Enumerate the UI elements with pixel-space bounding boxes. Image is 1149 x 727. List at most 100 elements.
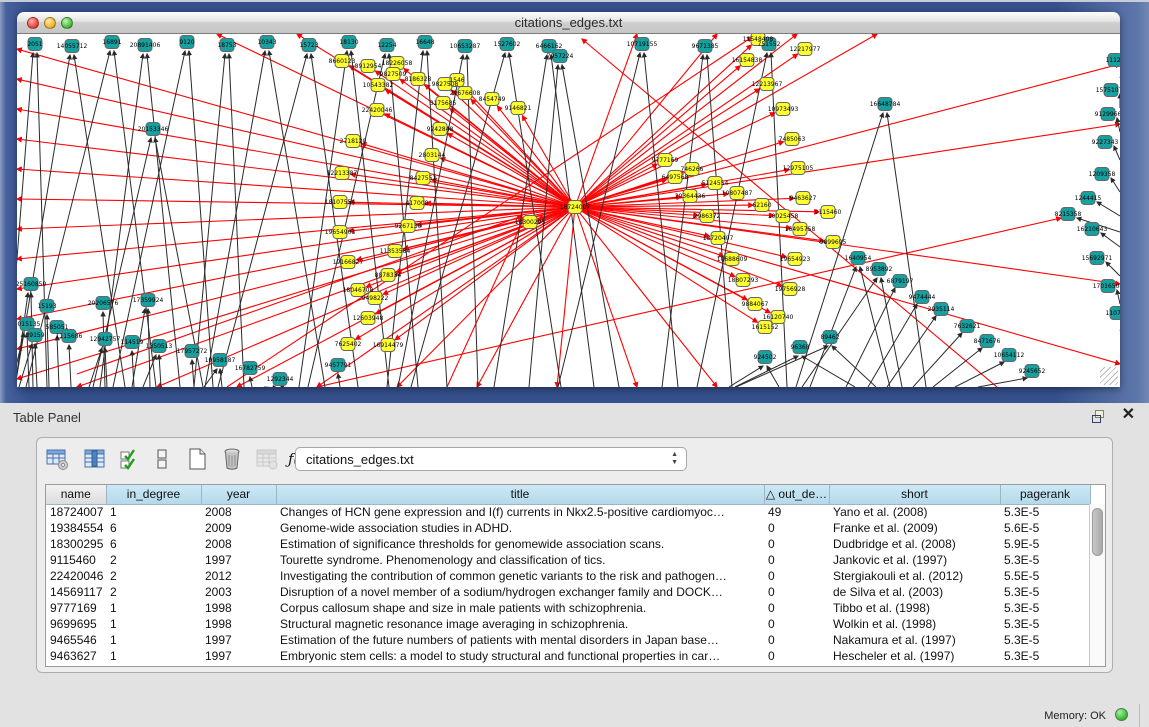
graph-edge[interactable] bbox=[299, 51, 347, 387]
table-cell[interactable]: 22420046 bbox=[46, 568, 106, 584]
graph-edge[interactable] bbox=[17, 139, 575, 207]
table-cell[interactable]: Corpus callosum shape and size in male p… bbox=[276, 600, 764, 616]
table-cell[interactable]: Franke et al. (2009) bbox=[829, 520, 1000, 536]
table-cell[interactable]: Estimation of the future numbers of pati… bbox=[276, 632, 764, 648]
table-cell[interactable]: Tourette syndrome. Phenomenology and cla… bbox=[276, 552, 764, 568]
table-row[interactable]: 2242004622012Investigating the contribut… bbox=[46, 568, 1090, 584]
column-header-year[interactable]: year bbox=[201, 485, 276, 504]
graph-edge[interactable] bbox=[1106, 262, 1120, 276]
table-cell[interactable]: 5.3E-5 bbox=[1000, 600, 1090, 616]
table-cell[interactable]: 0 bbox=[764, 536, 829, 552]
graph-edge[interactable] bbox=[575, 207, 637, 387]
table-cell[interactable]: Nakamura et al. (1997) bbox=[829, 632, 1000, 648]
table-cell[interactable]: 2009 bbox=[201, 520, 276, 536]
graph-edge[interactable] bbox=[846, 288, 895, 387]
network-canvas[interactable]: 2051140557121689120891406912018753103431… bbox=[17, 34, 1120, 387]
table-cell[interactable]: 5.3E-5 bbox=[1000, 552, 1090, 568]
citation-network-graph[interactable]: 2051140557121689120891406912018753103431… bbox=[17, 34, 1120, 387]
table-cell[interactable]: Tibbo et al. (1998) bbox=[829, 600, 1000, 616]
graph-edge[interactable] bbox=[250, 377, 252, 387]
window-titlebar[interactable]: citations_edges.txt bbox=[17, 12, 1120, 34]
table-row[interactable]: 977716911998Corpus callosum shape and si… bbox=[46, 600, 1090, 616]
table-selector-combobox[interactable]: citations_edges.txt ▲▼ bbox=[295, 447, 687, 471]
graph-edge[interactable] bbox=[1111, 178, 1120, 192]
graph-edge[interactable] bbox=[159, 355, 161, 387]
attribute-table[interactable]: namein_degreeyeartitle△ out_de…shortpage… bbox=[46, 485, 1091, 664]
table-cell[interactable]: 5.3E-5 bbox=[1000, 584, 1090, 600]
graph-edge[interactable] bbox=[35, 344, 37, 387]
table-cell[interactable]: 1998 bbox=[201, 600, 276, 616]
table-cell[interactable]: 49 bbox=[764, 504, 829, 520]
table-cell[interactable]: Yano et al. (2008) bbox=[829, 504, 1000, 520]
table-cell[interactable]: Estimation of significance thresholds fo… bbox=[276, 536, 764, 552]
table-cell[interactable]: 5.3E-5 bbox=[1000, 616, 1090, 632]
table-cell[interactable]: Wolkin et al. (1998) bbox=[829, 616, 1000, 632]
graph-edge[interactable] bbox=[575, 64, 1120, 207]
table-row[interactable]: 1830029562008Estimation of significance … bbox=[46, 536, 1090, 552]
table-cell[interactable]: Disruption of a novel member of a sodium… bbox=[276, 584, 764, 600]
table-cell[interactable]: 0 bbox=[764, 552, 829, 568]
graph-edge[interactable] bbox=[227, 37, 752, 387]
delete-icon[interactable] bbox=[220, 447, 246, 473]
graph-edge[interactable] bbox=[69, 345, 71, 387]
table-cell[interactable]: 1 bbox=[106, 600, 201, 616]
table-cell[interactable]: 2008 bbox=[201, 504, 276, 520]
graph-edge[interactable] bbox=[810, 267, 856, 387]
column-header-short[interactable]: short bbox=[829, 485, 1000, 504]
graph-edge[interactable] bbox=[736, 346, 828, 387]
graph-edge[interactable] bbox=[1114, 146, 1120, 160]
table-row[interactable]: 969969511998Structural magnetic resonanc… bbox=[46, 616, 1090, 632]
column-header-pagerank[interactable]: pagerank bbox=[1000, 485, 1090, 504]
combobox-stepper-icon[interactable]: ▲▼ bbox=[671, 451, 678, 467]
table-cell[interactable]: 0 bbox=[764, 520, 829, 536]
table-cell[interactable]: 2003 bbox=[201, 584, 276, 600]
graph-edge[interactable] bbox=[192, 360, 194, 387]
show-column-icon[interactable] bbox=[83, 447, 109, 473]
column-header-in_degree[interactable]: in_degree bbox=[106, 485, 201, 504]
graph-edge[interactable] bbox=[1097, 202, 1120, 216]
create-table-icon[interactable] bbox=[45, 447, 71, 473]
column-header-out_de[interactable]: △ out_de… bbox=[764, 485, 829, 504]
graph-edge[interactable] bbox=[351, 51, 389, 387]
table-cell[interactable]: 1997 bbox=[201, 632, 276, 648]
table-cell[interactable]: 1 bbox=[106, 648, 201, 664]
table-cell[interactable]: 2 bbox=[106, 568, 201, 584]
table-cell[interactable]: 1997 bbox=[201, 648, 276, 664]
graph-edge[interactable] bbox=[471, 99, 575, 207]
table-cell[interactable]: de Silva et al. (2003) bbox=[829, 584, 1000, 600]
table-cell[interactable]: 5.3E-5 bbox=[1000, 648, 1090, 664]
table-cell[interactable]: 5.3E-5 bbox=[1000, 632, 1090, 648]
table-cell[interactable]: 5.6E-5 bbox=[1000, 520, 1090, 536]
table-cell[interactable]: 0 bbox=[764, 632, 829, 648]
scrollbar-thumb[interactable] bbox=[1092, 508, 1103, 556]
table-cell[interactable]: Stergiakouli et al. (2012) bbox=[829, 568, 1000, 584]
table-cell[interactable]: 18300295 bbox=[46, 536, 106, 552]
graph-edge[interactable] bbox=[729, 366, 763, 387]
table-cell[interactable]: 9465546 bbox=[46, 632, 106, 648]
resize-grip[interactable] bbox=[1100, 367, 1118, 385]
vertical-scrollbar[interactable] bbox=[1089, 504, 1105, 667]
table-cell[interactable]: 0 bbox=[764, 616, 829, 632]
table-cell[interactable]: 18724007 bbox=[46, 504, 106, 520]
graph-edge[interactable] bbox=[832, 346, 876, 387]
table-cell[interactable]: 14569117 bbox=[46, 584, 106, 600]
table-row[interactable]: 946362711997Embryonic stem cells: a mode… bbox=[46, 648, 1090, 664]
graph-edge[interactable] bbox=[204, 369, 217, 387]
memory-ok-indicator-icon[interactable] bbox=[1115, 708, 1128, 721]
table-cell[interactable]: 9115460 bbox=[46, 552, 106, 568]
table-cell[interactable]: 2012 bbox=[201, 568, 276, 584]
table-cell[interactable]: Hescheler et al. (1997) bbox=[829, 648, 1000, 664]
table-cell[interactable]: 6 bbox=[106, 536, 201, 552]
column-header-name[interactable]: name bbox=[46, 485, 106, 504]
table-cell[interactable]: 0 bbox=[764, 648, 829, 664]
graph-edge[interactable] bbox=[887, 316, 936, 387]
table-cell[interactable]: 1998 bbox=[201, 616, 276, 632]
table-cell[interactable]: 1 bbox=[106, 504, 201, 520]
graph-edge[interactable] bbox=[17, 207, 575, 289]
graph-edge[interactable] bbox=[477, 207, 575, 387]
graph-edge[interactable] bbox=[338, 374, 340, 387]
table-cell[interactable]: 1 bbox=[106, 616, 201, 632]
table-row[interactable]: 946554611997Estimation of the future num… bbox=[46, 632, 1090, 648]
table-cell[interactable]: 5.3E-5 bbox=[1000, 504, 1090, 520]
graph-edge[interactable] bbox=[913, 333, 962, 387]
